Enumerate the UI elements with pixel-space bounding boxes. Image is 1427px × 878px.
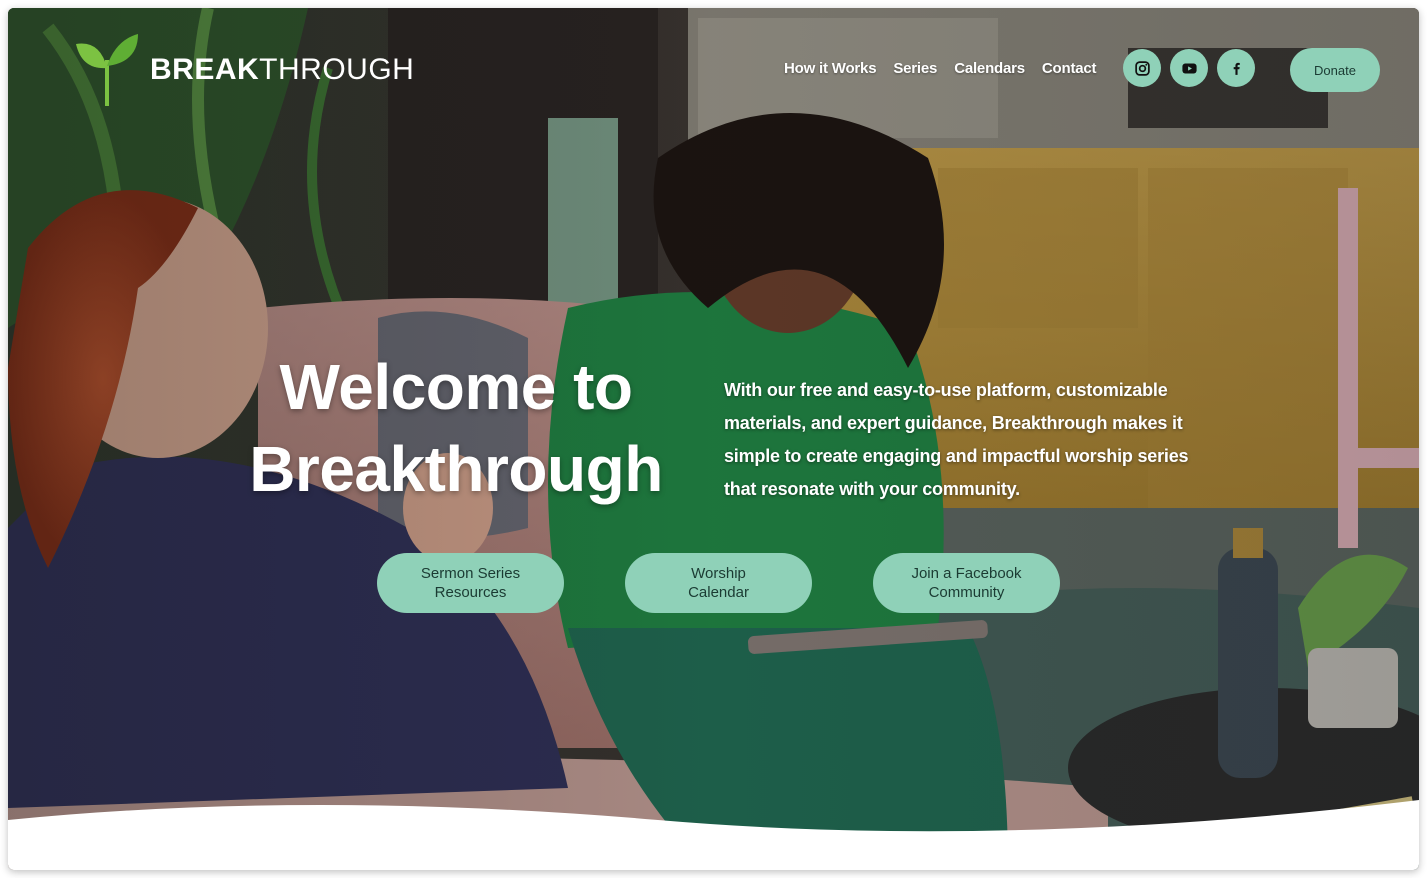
hero-title: Welcome to Breakthrough xyxy=(249,351,663,505)
facebook-button[interactable] xyxy=(1217,49,1255,87)
youtube-icon xyxy=(1181,63,1197,73)
donate-button[interactable]: Donate xyxy=(1290,48,1380,92)
join-facebook-community-button[interactable]: Join a Facebook Community xyxy=(873,553,1060,613)
worship-calendar-button[interactable]: Worship Calendar xyxy=(625,553,812,613)
hero-section: BREAKTHROUGH How it Works Series Calenda… xyxy=(8,8,1419,870)
youtube-button[interactable] xyxy=(1170,49,1208,87)
main-nav: How it Works Series Calendars Contact xyxy=(784,60,1097,77)
instagram-button[interactable] xyxy=(1123,49,1161,87)
nav-item-calendars[interactable]: Calendars xyxy=(954,60,1025,77)
sermon-series-resources-button[interactable]: Sermon Series Resources xyxy=(377,553,564,613)
nav-item-how-it-works[interactable]: How it Works xyxy=(784,60,877,77)
hero-description: With our free and easy-to-use platform, … xyxy=(724,380,1189,499)
nav-item-series[interactable]: Series xyxy=(893,60,937,77)
brand-name-bold: BREAK xyxy=(150,53,260,86)
facebook-icon xyxy=(1233,62,1240,75)
bottom-wave-shape xyxy=(8,800,1419,870)
brand-name-light: THROUGH xyxy=(259,53,415,86)
instagram-icon xyxy=(1134,60,1150,76)
nav-item-contact[interactable]: Contact xyxy=(1042,60,1097,77)
social-links xyxy=(1123,49,1255,87)
brand-wordmark: BREAKTHROUGH xyxy=(150,53,414,87)
leaf-logo-icon xyxy=(76,34,138,106)
brand-logo[interactable]: BREAKTHROUGH xyxy=(72,30,414,108)
